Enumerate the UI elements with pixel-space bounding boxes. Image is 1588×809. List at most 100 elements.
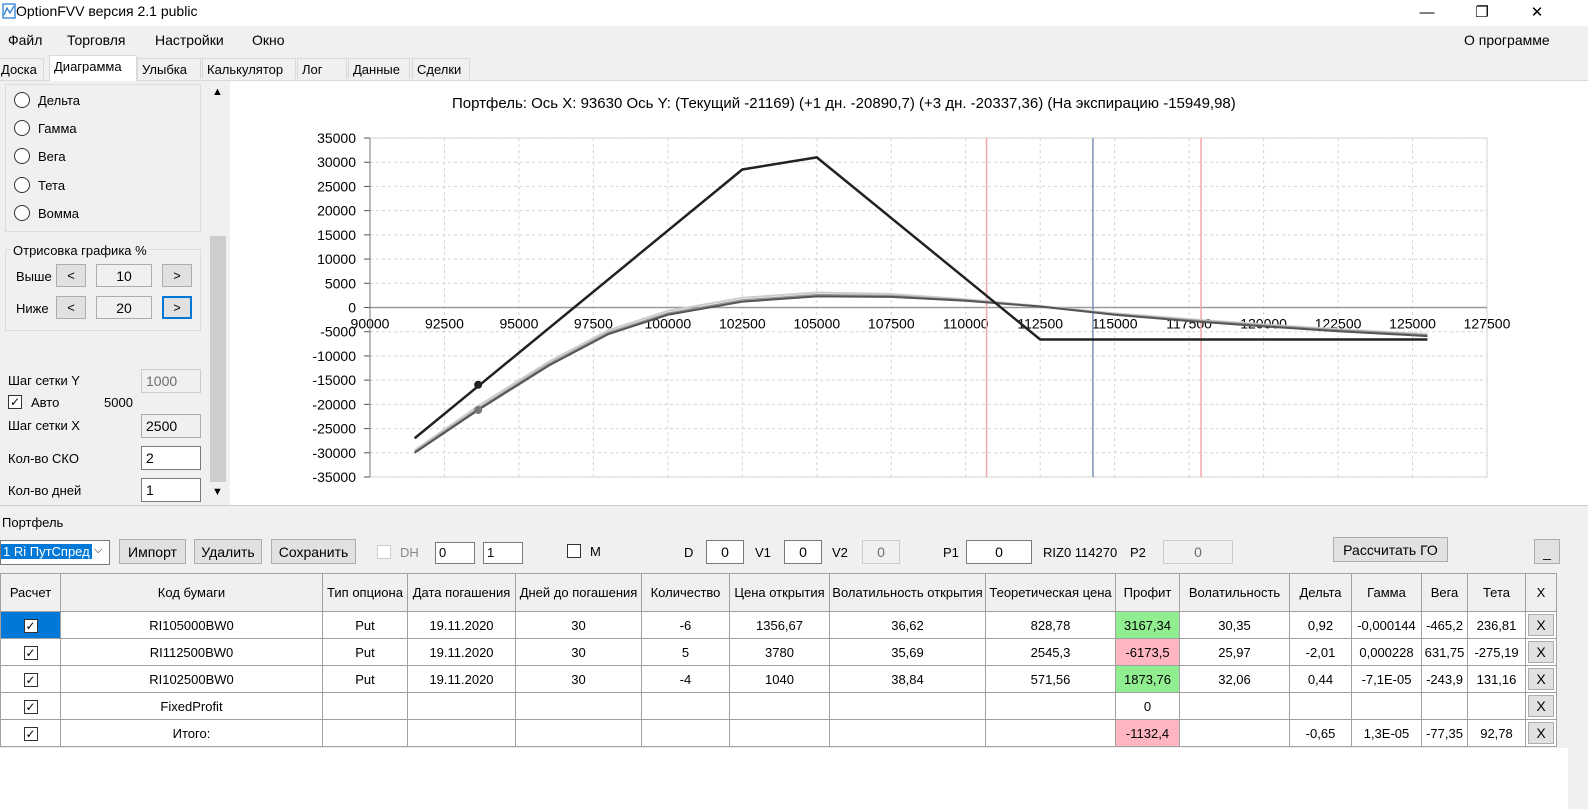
tab-log[interactable]: Лог [297, 58, 347, 79]
close-button[interactable]: ✕ [1514, 0, 1560, 24]
calc-checkbox-cell[interactable]: ✓ [0, 665, 61, 693]
menu-settings[interactable]: Настройки [155, 32, 224, 48]
left-panel-scrollbar[interactable]: ▲ ▼ [208, 84, 228, 500]
column-header[interactable]: Дней до погашения [515, 573, 642, 612]
column-header[interactable]: Цена открытия [729, 573, 830, 612]
radio-vomma[interactable] [14, 205, 30, 221]
table-cell: 0,000228 [1351, 638, 1422, 666]
portfolio-select-value: 1 Ri ПутСпред [1, 544, 92, 559]
radio-vega[interactable] [14, 148, 30, 164]
table-row[interactable]: ✓ RI105000BW0 Put 19.11.2020 30 -6 1356,67 36,6… [0, 611, 1557, 639]
chart-area[interactable]: Портфель: Ось X: 93630 Ось Y: (Текущий -… [230, 81, 1588, 505]
tab-calculator[interactable]: Калькулятор [202, 58, 296, 79]
column-header[interactable]: Гамма [1351, 573, 1422, 612]
payoff-chart[interactable]: 90000 92500 95000 97500 100000 102500 105000 10… [230, 81, 1588, 505]
import-button[interactable]: Импорт [119, 539, 186, 564]
column-header[interactable]: Тип опциона [322, 573, 408, 612]
sko-field[interactable]: 2 [141, 446, 201, 470]
settings-panel: Дельта Гамма Вега Тета Вомма Отрисовка г… [0, 81, 230, 505]
scroll-down-icon[interactable]: ▼ [212, 486, 223, 498]
calc-checkbox[interactable]: ✓ [23, 672, 38, 687]
delete-button[interactable]: Удалить [194, 539, 262, 564]
tab-diagram[interactable]: Диаграмма [49, 55, 137, 81]
table-cell [407, 692, 516, 720]
remove-row-cell[interactable]: X [1525, 638, 1557, 666]
column-header[interactable]: Код бумаги [60, 573, 323, 612]
scroll-up-icon[interactable]: ▲ [212, 86, 223, 98]
auto-checkbox[interactable]: ✓ [8, 395, 22, 409]
below-value[interactable]: 20 [96, 296, 152, 319]
minimize-panel-button[interactable]: _ [1534, 539, 1560, 564]
calc-checkbox[interactable]: ✓ [23, 726, 38, 741]
calc-checkbox[interactable]: ✓ [23, 645, 38, 660]
tab-board[interactable]: Доска [0, 58, 44, 79]
radio-theta[interactable] [14, 177, 30, 193]
maximize-button[interactable]: ❐ [1459, 0, 1505, 24]
menu-window[interactable]: Окно [252, 32, 285, 48]
tab-data[interactable]: Данные [348, 58, 410, 79]
calc-checkbox[interactable]: ✓ [23, 699, 38, 714]
column-header[interactable]: Тета [1467, 573, 1526, 612]
remove-row-cell[interactable]: X [1525, 611, 1557, 639]
column-header[interactable]: Волатильность открытия [829, 573, 986, 612]
remove-row-button[interactable]: X [1528, 668, 1554, 690]
column-header[interactable]: Количество [641, 573, 730, 612]
radio-gamma[interactable] [14, 120, 30, 136]
column-header[interactable]: Волатильность [1179, 573, 1290, 612]
calc-checkbox-cell[interactable]: ✓ [0, 611, 61, 639]
m-checkbox[interactable] [567, 544, 581, 558]
days-field[interactable]: 1 [141, 478, 201, 502]
calc-checkbox-cell[interactable]: ✓ [0, 692, 61, 720]
tab-deals[interactable]: Сделки [412, 58, 470, 79]
calc-checkbox-cell[interactable]: ✓ [0, 638, 61, 666]
scroll-thumb[interactable] [210, 236, 226, 482]
table-row[interactable]: ✓ RI112500BW0 Put 19.11.2020 30 5 3780 35,69 254… [0, 638, 1557, 666]
d-field[interactable]: 0 [706, 540, 744, 564]
radio-delta[interactable] [14, 92, 30, 108]
grid-y-field[interactable]: 1000 [141, 369, 201, 393]
remove-row-cell[interactable]: X [1525, 665, 1557, 693]
column-header[interactable]: X [1525, 573, 1557, 612]
v1-field[interactable]: 0 [784, 540, 822, 564]
column-header[interactable]: Дельта [1289, 573, 1352, 612]
spin-field-1[interactable]: 0 [435, 542, 475, 564]
tab-smile[interactable]: Улыбка [137, 58, 201, 79]
grid-x-field[interactable]: 2500 [141, 414, 201, 438]
remove-row-button[interactable]: X [1528, 695, 1554, 717]
dh-checkbox[interactable] [377, 545, 391, 559]
splitter[interactable] [0, 505, 1588, 515]
column-header[interactable]: Вега [1421, 573, 1468, 612]
above-increase-button[interactable]: > [162, 264, 192, 287]
table-row[interactable]: ✓ FixedProfit 0 X [0, 692, 1557, 720]
calc-go-button[interactable]: Рассчитать ГО [1333, 537, 1448, 562]
below-increase-button[interactable]: > [162, 296, 192, 319]
menu-file[interactable]: Файл [8, 32, 42, 48]
calc-checkbox[interactable]: ✓ [23, 618, 38, 633]
calc-checkbox-cell[interactable]: ✓ [0, 719, 61, 747]
profit-cell: -1132,4 [1115, 719, 1180, 747]
table-row[interactable]: ✓ RI102500BW0 Put 19.11.2020 30 -4 1040 38,84 57… [0, 665, 1557, 693]
column-header[interactable]: Расчет [0, 573, 61, 612]
remove-row-button[interactable]: X [1528, 641, 1554, 663]
column-header[interactable]: Дата погашения [407, 573, 516, 612]
below-decrease-button[interactable]: < [56, 296, 86, 319]
p1-field[interactable]: 0 [966, 540, 1032, 564]
remove-row-cell[interactable]: X [1525, 719, 1557, 747]
table-row[interactable]: ✓ Итого: -1132,4 -0,65 1,3E-05 -77,35 92,78 X [0, 719, 1557, 747]
p2-field[interactable]: 0 [1163, 540, 1233, 564]
spin-field-2[interactable]: 1 [483, 542, 523, 564]
minimize-button[interactable]: — [1404, 0, 1450, 24]
remove-row-cell[interactable]: X [1525, 692, 1557, 720]
above-decrease-button[interactable]: < [56, 264, 86, 287]
menu-trading[interactable]: Торговля [67, 32, 125, 48]
remove-row-button[interactable]: X [1528, 722, 1554, 744]
column-header[interactable]: Теоретическая цена [985, 573, 1116, 612]
save-button[interactable]: Сохранить [271, 539, 356, 564]
menu-about[interactable]: О программе [1464, 32, 1550, 48]
remove-row-button[interactable]: X [1528, 614, 1554, 636]
column-header[interactable]: Профит [1115, 573, 1180, 612]
x-tick-label: 102500 [719, 316, 766, 332]
above-value[interactable]: 10 [96, 264, 152, 287]
portfolio-select[interactable]: 1 Ri ПутСпред ⌵ [0, 540, 110, 565]
v2-field[interactable]: 0 [862, 540, 900, 564]
